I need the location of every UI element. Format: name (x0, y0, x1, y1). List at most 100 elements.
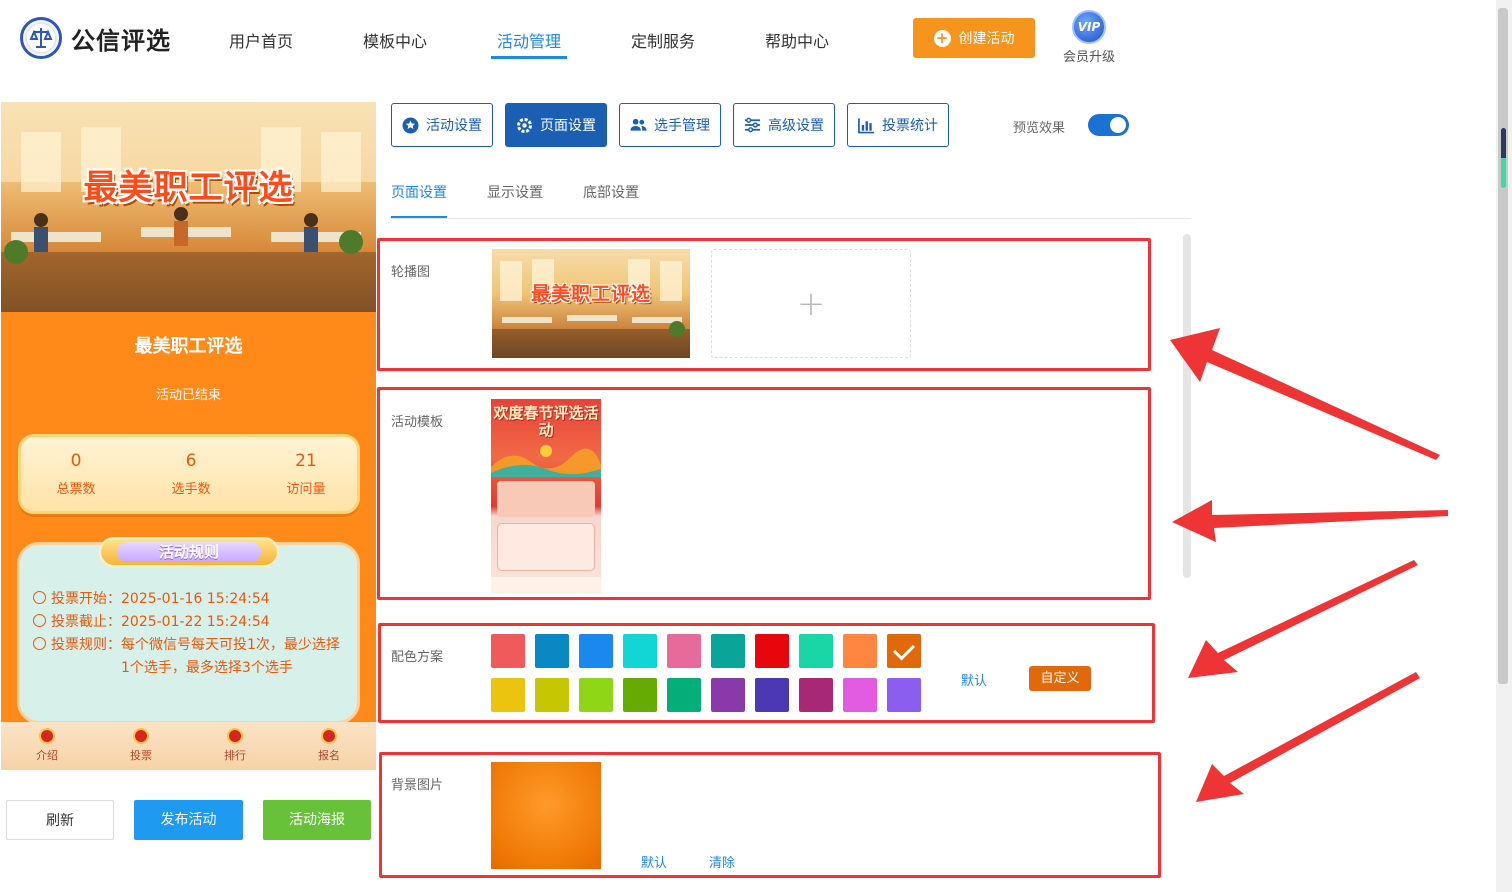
tab-intro[interactable]: 介绍 (17, 728, 77, 763)
create-activity-button[interactable]: + 创建活动 (913, 18, 1035, 58)
tab-ranking[interactable]: 排行 (205, 728, 265, 763)
stat-visits: 21 访问量 (251, 451, 361, 497)
rules-card (17, 542, 360, 724)
color-swatch[interactable] (887, 678, 921, 712)
subtabs-divider (391, 218, 1191, 219)
subtab-display-settings[interactable]: 显示设置 (487, 182, 543, 202)
create-activity-label: 创建活动 (958, 31, 1015, 47)
page-settings-button[interactable]: 页面设置 (505, 103, 607, 147)
carousel-image[interactable]: 最美职工评选 (492, 249, 690, 358)
background-clear-link[interactable]: 清除 (709, 852, 735, 871)
vote-statistics-button[interactable]: 投票统计 (847, 103, 949, 147)
subtab-footer-settings[interactable]: 底部设置 (583, 182, 639, 202)
color-custom-button[interactable]: 自定义 (1029, 666, 1091, 691)
advanced-settings-button[interactable]: 高级设置 (733, 103, 835, 147)
rules-header: 活动规则 (99, 537, 279, 567)
vip-upgrade[interactable]: VIP 会员升级 (1059, 10, 1119, 65)
tab-vote[interactable]: 投票 (111, 728, 171, 763)
preview-effect-toggle[interactable] (1088, 114, 1129, 136)
carousel-image-title: 最美职工评选 (530, 283, 651, 305)
background-default-link[interactable]: 默认 (641, 852, 667, 871)
scroll-indicator (1501, 128, 1506, 188)
color-swatch[interactable] (755, 634, 789, 668)
rules-title: 活动规则 (117, 542, 261, 562)
color-swatch[interactable] (535, 678, 569, 712)
subtab-active-indicator (391, 216, 447, 218)
settings-scrollbar[interactable] (1183, 234, 1191, 578)
stat-contestants: 6 选手数 (136, 451, 246, 497)
nav-activity-management[interactable]: 活动管理 (497, 28, 561, 52)
nav-template-center[interactable]: 模板中心 (363, 28, 427, 52)
color-swatch[interactable] (623, 678, 657, 712)
annotation-arrows (1170, 328, 1448, 802)
color-swatch[interactable] (579, 634, 613, 668)
color-swatch[interactable] (843, 634, 877, 668)
toggle-knob (1110, 117, 1126, 133)
subtab-page-settings[interactable]: 页面设置 (391, 182, 447, 202)
color-swatch[interactable] (711, 634, 745, 668)
color-swatch[interactable] (491, 634, 525, 668)
vote-icon (133, 728, 149, 744)
color-swatch[interactable] (843, 678, 877, 712)
clock-icon (33, 591, 46, 604)
intro-icon (39, 728, 55, 744)
sliders-icon (744, 117, 761, 134)
nav-help-center[interactable]: 帮助中心 (765, 28, 829, 52)
add-carousel-image-button[interactable]: + (711, 249, 911, 358)
color-default-link[interactable]: 默认 (961, 670, 987, 689)
stat-label: 访问量 (286, 482, 326, 497)
template-tabbar (491, 577, 601, 594)
color-swatch[interactable] (799, 634, 833, 668)
color-swatch[interactable] (579, 678, 613, 712)
color-swatch[interactable] (755, 678, 789, 712)
plus-circle-icon: + (933, 29, 951, 47)
preview-tabbar: 介绍 投票 排行 报名 (1, 722, 376, 770)
button-label: 投票统计 (882, 118, 938, 134)
activity-template-thumbnail[interactable]: 欢度春节评选活动 (491, 399, 601, 594)
vip-badge-icon: VIP (1072, 10, 1106, 44)
background-image-label: 背景图片 (391, 778, 444, 793)
color-swatch[interactable] (667, 678, 701, 712)
stat-label: 总票数 (56, 482, 96, 497)
banner-title: 最美职工评选 (83, 168, 294, 208)
color-swatch[interactable] (535, 634, 569, 668)
publish-activity-button[interactable]: 发布活动 (134, 800, 243, 840)
rule-end-time: 投票截止：2025-01-22 15:24:54 (33, 611, 270, 631)
preview-banner: 最美职工评选 (1, 102, 376, 312)
mobile-preview: 最美职工评选 最美职工评选 活动已结束 0 总票数 6 选手数 21 访问量 活… (1, 102, 376, 770)
arrow-to-carousel (1170, 328, 1440, 460)
color-swatch[interactable] (799, 678, 833, 712)
plus-icon: + (796, 283, 826, 324)
color-swatch[interactable] (667, 634, 701, 668)
background-image-thumbnail[interactable] (491, 762, 601, 869)
tab-label: 报名 (318, 749, 340, 762)
rule-voting-text: 投票规则：每个微信号每天可投1次，最少选择 (51, 637, 340, 653)
rule-start-time: 投票开始：2025-01-16 15:24:54 (33, 588, 270, 608)
activity-settings-button[interactable]: 活动设置 (391, 103, 493, 147)
color-swatch[interactable] (887, 634, 921, 668)
signup-icon (321, 728, 337, 744)
color-swatch[interactable] (711, 678, 745, 712)
nav-custom-service[interactable]: 定制服务 (631, 28, 695, 52)
logo[interactable]: 公信评选 (20, 17, 171, 59)
rule-voting-cont: 1个选手，最多选择3个选手 (121, 660, 293, 676)
refresh-button[interactable]: 刷新 (6, 800, 114, 840)
rule-start-text: 投票开始：2025-01-16 15:24:54 (51, 591, 270, 607)
page-scrollbar[interactable] (1496, 0, 1512, 892)
arrow-to-background (1196, 672, 1420, 802)
activity-poster-button[interactable]: 活动海报 (263, 800, 371, 840)
nav-active-indicator (491, 56, 567, 59)
activity-title: 最美职工评选 (134, 336, 243, 357)
tab-signup[interactable]: 报名 (299, 728, 359, 763)
color-swatch[interactable] (623, 634, 657, 668)
color-swatch[interactable] (491, 678, 525, 712)
template-label: 活动模板 (391, 415, 444, 430)
nav-user-home[interactable]: 用户首页 (229, 28, 293, 52)
contestant-management-button[interactable]: 选手管理 (619, 103, 721, 147)
page-scrollbar-thumb[interactable] (1498, 8, 1508, 684)
stat-label: 选手数 (171, 482, 211, 497)
button-label: 选手管理 (654, 118, 710, 134)
gear-icon (516, 117, 533, 134)
template-rules-panel (497, 523, 595, 571)
star-circle-icon (402, 117, 419, 134)
